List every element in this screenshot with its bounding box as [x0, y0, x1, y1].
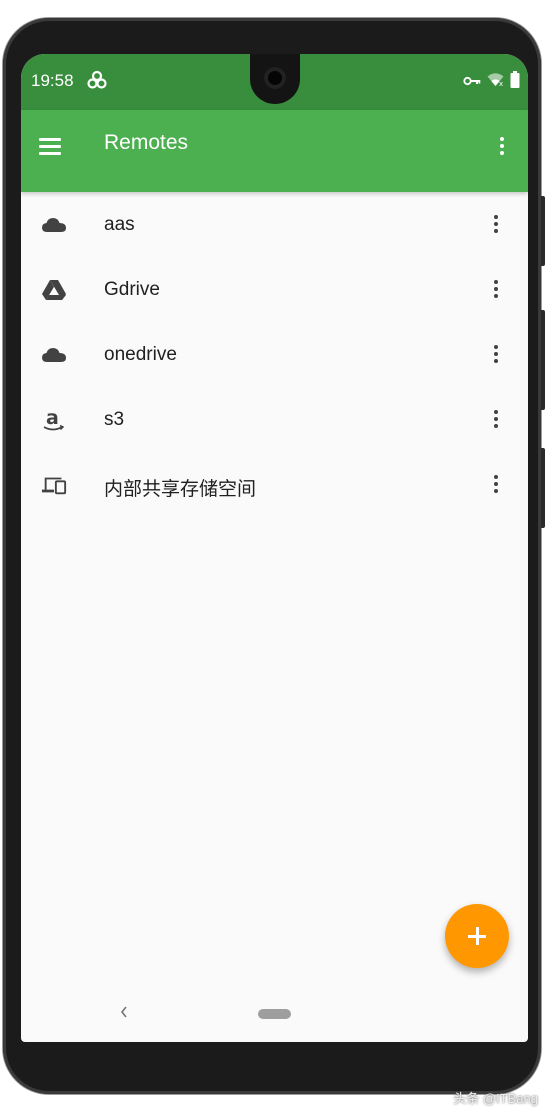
more-vert-icon[interactable] — [486, 405, 506, 433]
svg-text:x: x — [499, 80, 503, 87]
list-item-s3[interactable]: a s3 — [21, 387, 528, 452]
more-vert-icon[interactable] — [492, 132, 512, 160]
volume-rocker — [541, 310, 545, 410]
camera-notch — [250, 54, 300, 104]
list-item-aas[interactable]: aas — [21, 192, 528, 257]
more-vert-icon[interactable] — [486, 275, 506, 303]
list-item-label: s3 — [104, 409, 125, 430]
svg-text:a: a — [46, 407, 59, 429]
status-icons: x — [463, 71, 520, 92]
app-logo-icon — [87, 70, 107, 90]
list-item-onedrive[interactable]: onedrive — [21, 322, 528, 387]
add-remote-button[interactable] — [445, 904, 509, 968]
wifi-icon: x — [487, 72, 504, 91]
status-time: 19:58 — [31, 71, 74, 90]
hamburger-menu-icon[interactable] — [39, 132, 67, 160]
front-camera — [264, 67, 286, 89]
list-item-label: Gdrive — [104, 279, 160, 300]
list-item-gdrive[interactable]: Gdrive — [21, 257, 528, 322]
phone-frame: 19:58 x Remotes aas Gdrive onedrive a s3… — [3, 18, 545, 1094]
power-button — [541, 448, 545, 528]
list-item-label: 内部共享存储空间 — [104, 479, 257, 500]
cloud-icon — [41, 212, 67, 238]
remotes-list: aas Gdrive onedrive a s3 内部共享存储空间 — [21, 192, 528, 517]
list-item-internal-storage[interactable]: 内部共享存储空间 — [21, 452, 528, 517]
volume-button — [541, 196, 545, 266]
list-item-label: onedrive — [104, 344, 177, 365]
back-chevron-icon[interactable] — [117, 1002, 131, 1022]
page-title: Remotes — [104, 131, 189, 154]
devices-icon — [41, 472, 67, 498]
list-item-label: aas — [104, 214, 135, 235]
amazon-icon: a — [41, 407, 67, 433]
home-pill-icon[interactable] — [258, 1009, 291, 1019]
battery-icon — [510, 71, 520, 92]
google-drive-icon — [41, 277, 67, 303]
watermark: 头条 @ITBang — [453, 1091, 538, 1106]
more-vert-icon[interactable] — [486, 470, 506, 498]
screen: 19:58 x Remotes aas Gdrive onedrive a s3… — [21, 54, 528, 1042]
cloud-icon — [41, 342, 67, 368]
app-bar: Remotes — [21, 110, 528, 192]
more-vert-icon[interactable] — [486, 210, 506, 238]
more-vert-icon[interactable] — [486, 340, 506, 368]
vpn-key-icon — [463, 72, 481, 91]
